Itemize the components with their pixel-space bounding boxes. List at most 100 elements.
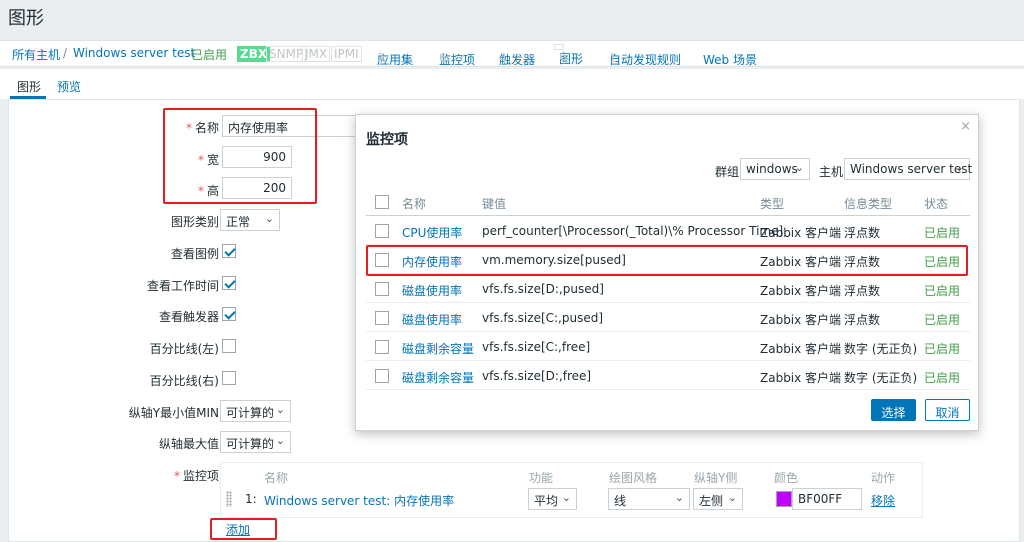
item-name-link[interactable]: Windows server test: 内存使用率 — [264, 492, 454, 509]
item-color-input[interactable]: BF00FF — [792, 488, 862, 510]
col-type: 类型 — [760, 197, 785, 211]
item-style-select[interactable]: 线 ⌄ — [608, 488, 690, 510]
item-remove-link[interactable]: 移除 — [871, 492, 895, 509]
form-tabs: 图形 预览 — [0, 69, 1024, 99]
item-status: 已启用 — [924, 313, 961, 327]
col-info-type: 信息类型 — [844, 197, 893, 211]
item-name-link[interactable]: CPU使用率 — [402, 224, 462, 241]
item-name-link[interactable]: 磁盘使用率 — [402, 311, 462, 328]
percentile-left-label: 百分比线(左) — [149, 342, 219, 356]
percentile-left-checkbox[interactable] — [222, 339, 236, 353]
ymax-label: 纵轴最大值 — [158, 437, 219, 451]
items-label: * 监控项 — [173, 469, 219, 483]
select-button[interactable]: 选择 — [871, 399, 916, 421]
chevron-down-icon: ⌄ — [275, 403, 285, 416]
highlight-add-box — [210, 518, 277, 540]
drag-handle-icon[interactable] — [226, 491, 232, 507]
items-col-function: 功能 — [529, 471, 554, 485]
table-row[interactable]: 磁盘使用率 vfs.fs.size[D:,pused] Zabbix 客户端 浮… — [366, 274, 970, 303]
chevron-down-icon: ⌄ — [561, 491, 571, 504]
show-legend-checkbox[interactable] — [222, 244, 236, 258]
item-type: Zabbix 客户端 — [760, 313, 842, 327]
items-col-style: 绘图风格 — [609, 471, 658, 485]
item-info-type: 浮点数 — [844, 226, 881, 240]
table-row[interactable]: 磁盘剩余容量 vfs.fs.size[D:,free] Zabbix 客户端 数… — [366, 361, 970, 390]
item-key: vfs.fs.size[C:,free] — [482, 340, 591, 354]
ymax-select[interactable]: 可计算的 ⌄ — [220, 431, 291, 453]
table-row[interactable]: CPU使用率 perf_counter[\Processor(_Total)\%… — [366, 216, 970, 245]
group-label: 群组 — [715, 165, 740, 179]
items-col-action: 动作 — [871, 471, 896, 485]
group-select[interactable]: windows ⌄ — [740, 158, 810, 180]
col-key: 键值 — [482, 197, 507, 211]
item-key: perf_counter[\Processor(_Total)\% Proces… — [482, 224, 784, 238]
items-col-name: 名称 — [264, 471, 289, 485]
item-type: Zabbix 客户端 — [760, 342, 842, 356]
breadcrumb-separator: / — [63, 46, 68, 60]
graph-type-label: 图形类别 — [170, 215, 219, 229]
select-all-checkbox[interactable] — [375, 195, 389, 209]
item-info-type: 浮点数 — [844, 284, 881, 298]
host-status[interactable]: 已启用 — [191, 46, 227, 63]
item-status: 已启用 — [924, 226, 961, 240]
show-legend-label: 查看图例 — [170, 247, 219, 261]
close-icon[interactable]: × — [960, 119, 971, 134]
item-status: 已启用 — [924, 342, 961, 356]
item-index: 1: — [245, 492, 257, 506]
subtab-graph[interactable]: 图形 — [17, 78, 41, 95]
item-info-type: 数字 (无正负) — [844, 371, 918, 385]
percentile-right-checkbox[interactable] — [222, 371, 236, 385]
item-name-link[interactable]: 磁盘使用率 — [402, 282, 462, 299]
row-checkbox[interactable] — [375, 369, 389, 383]
item-info-type: 浮点数 — [844, 313, 881, 327]
item-type: Zabbix 客户端 — [760, 284, 842, 298]
show-worktime-label: 查看工作时间 — [146, 279, 219, 293]
chevron-down-icon: ⌄ — [275, 434, 285, 447]
host-select[interactable]: Windows server test ⌄ — [844, 158, 972, 180]
chevron-down-icon: ⌄ — [727, 491, 737, 504]
host-navigation: 所有主机 / Windows server test 已启用 ZBX SNMP … — [0, 40, 1024, 67]
show-triggers-checkbox[interactable] — [222, 307, 236, 321]
subtab-preview[interactable]: 预览 — [57, 78, 81, 95]
tab-graphs[interactable]: 图形 6 — [554, 44, 583, 66]
highlight-name-size-box — [163, 108, 317, 204]
item-color-swatch[interactable] — [776, 491, 792, 507]
ymin-label: 纵轴Y最小值MIN — [128, 406, 219, 420]
chevron-down-icon: ⌄ — [674, 491, 684, 504]
table-row[interactable]: 磁盘剩余容量 vfs.fs.size[C:,free] Zabbix 客户端 数… — [366, 332, 970, 361]
row-checkbox[interactable] — [375, 340, 389, 354]
item-function-select[interactable]: 平均 ⌄ — [528, 488, 577, 510]
item-status: 已启用 — [924, 371, 961, 385]
item-yaxis-select[interactable]: 左侧 ⌄ — [693, 488, 743, 510]
item-select-dialog: 监控项 × 群组 windows ⌄ 主机 Windows server test… — [355, 114, 979, 431]
col-status: 状态 — [924, 197, 949, 211]
breadcrumb-all-hosts[interactable]: 所有主机 — [12, 46, 60, 63]
row-checkbox[interactable] — [375, 282, 389, 296]
show-triggers-label: 查看触发器 — [158, 310, 219, 324]
ymin-select[interactable]: 可计算的 ⌄ — [220, 400, 291, 422]
items-col-color: 颜色 — [774, 471, 799, 485]
item-name-link[interactable]: 磁盘剩余容量 — [402, 369, 474, 386]
item-name-link[interactable]: 磁盘剩余容量 — [402, 340, 474, 357]
highlight-selected-row — [366, 245, 968, 276]
col-name: 名称 — [402, 197, 427, 211]
page-title: 图形 — [8, 8, 44, 29]
row-checkbox[interactable] — [375, 311, 389, 325]
item-status: 已启用 — [924, 284, 961, 298]
item-type: Zabbix 客户端 — [760, 226, 842, 240]
graph-type-select[interactable]: 正常 ⌄ — [220, 209, 280, 231]
row-checkbox[interactable] — [375, 224, 389, 238]
item-type: Zabbix 客户端 — [760, 371, 842, 385]
item-key: vfs.fs.size[D:,pused] — [482, 282, 604, 296]
breadcrumb-host[interactable]: Windows server test — [73, 46, 195, 60]
item-key: vfs.fs.size[D:,free] — [482, 369, 592, 383]
percentile-right-label: 百分比线(右) — [149, 374, 219, 388]
table-row[interactable]: 磁盘使用率 vfs.fs.size[C:,pused] Zabbix 客户端 浮… — [366, 303, 970, 332]
dialog-title: 监控项 — [366, 132, 408, 148]
jmx-availability-badge: JMX — [302, 46, 331, 62]
cancel-button[interactable]: 取消 — [925, 399, 970, 421]
item-info-type: 数字 (无正负) — [844, 342, 918, 356]
chevron-down-icon: ⌄ — [794, 161, 804, 174]
chevron-down-icon: ⌄ — [264, 212, 274, 225]
show-worktime-checkbox[interactable] — [222, 276, 236, 290]
